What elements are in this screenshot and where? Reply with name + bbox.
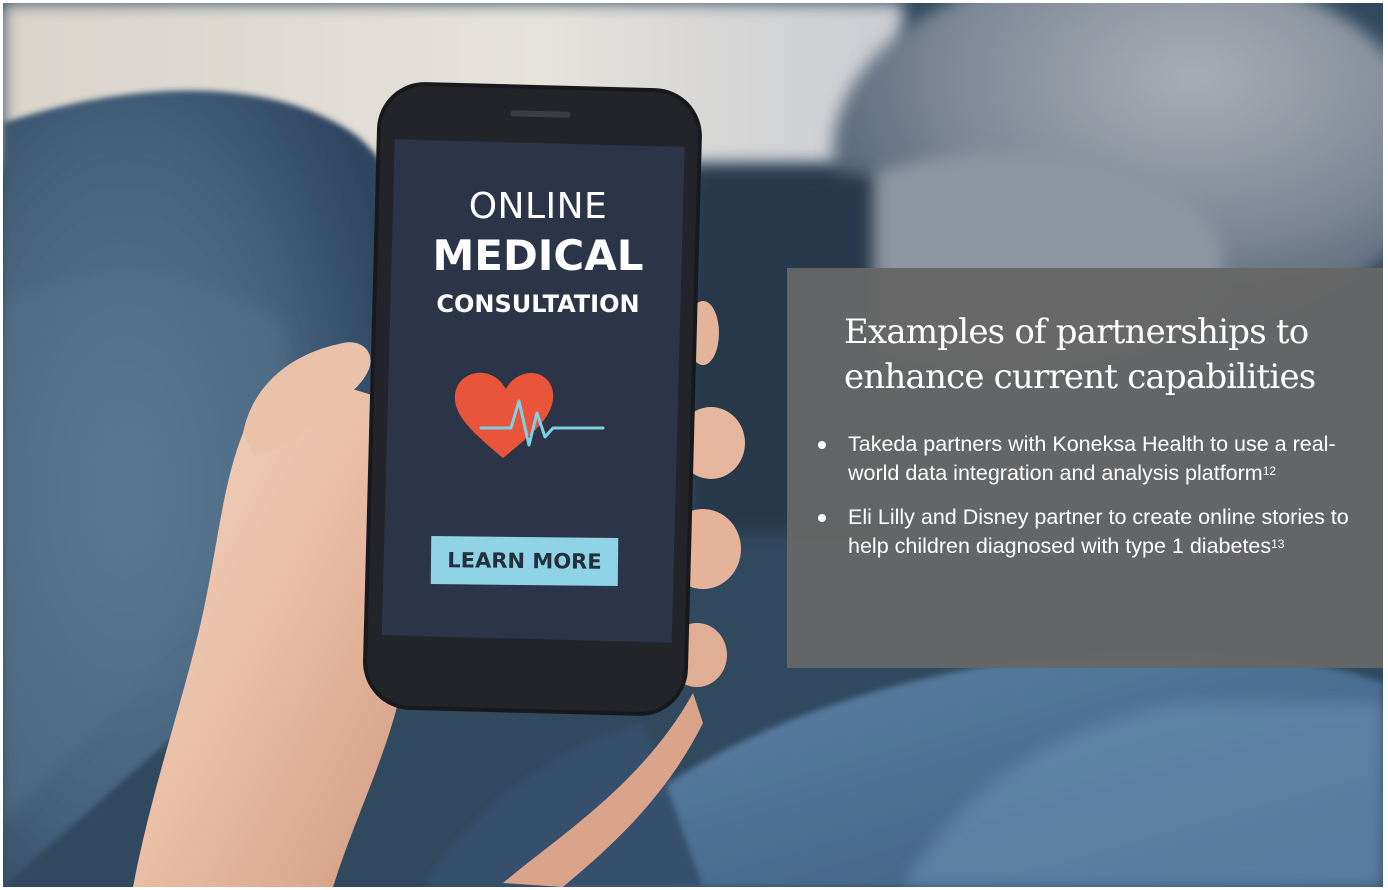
partnerships-panel: Examples of partnerships to enhance curr… [787, 268, 1383, 668]
footnote-ref: 12 [1262, 464, 1277, 478]
learn-more-button[interactable]: LEARN MORE [430, 536, 619, 586]
phone-line-online: ONLINE [468, 186, 608, 227]
hero-photo: ONLINE MEDICAL CONSULTATION LEARN MORE E… [3, 3, 1383, 887]
panel-title: Examples of partnerships to enhance curr… [844, 312, 1316, 397]
bullet-icon [818, 441, 826, 449]
partnership-list: Takeda partners with Koneksa Health to u… [818, 430, 1353, 561]
phone-line-consultation: CONSULTATION [436, 290, 640, 318]
phone-line-medical: MEDICAL [432, 231, 644, 280]
bullet-icon [818, 514, 826, 522]
list-item: Eli Lilly and Disney partner to create o… [818, 503, 1353, 561]
footnote-ref: 13 [1271, 537, 1285, 551]
list-item: Takeda partners with Koneksa Health to u… [818, 430, 1353, 488]
